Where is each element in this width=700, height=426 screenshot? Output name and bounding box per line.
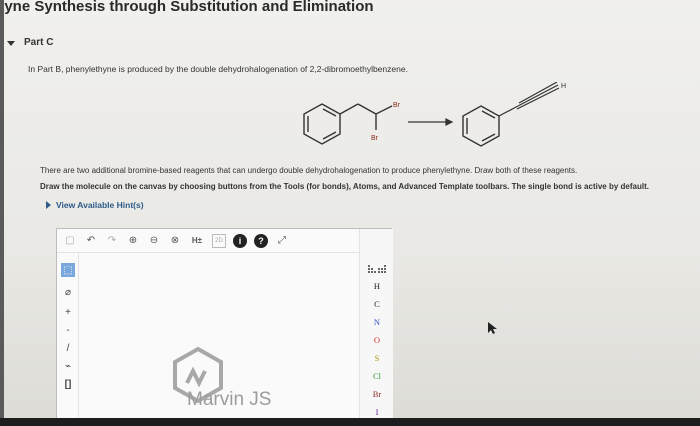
page-title: kyne Synthesis through Substitution and … <box>0 0 374 15</box>
instructions-text: Draw the molecule on the canvas by choos… <box>40 182 649 191</box>
expand-icon[interactable]: ⤢ <box>275 234 289 248</box>
page-background: kyne Synthesis through Substitution and … <box>0 0 700 426</box>
undo-icon[interactable]: ↶ <box>84 234 98 248</box>
bracket-tool-icon[interactable]: [] <box>61 377 75 391</box>
reactant-br-top: Br <box>393 102 401 109</box>
screen-edge-left <box>0 0 4 426</box>
product-h-label: H <box>561 83 566 90</box>
reactant-chain <box>339 103 393 130</box>
single-bond-icon[interactable]: / <box>61 341 75 355</box>
help-icon[interactable]: ? <box>254 233 268 248</box>
zoom-out-icon[interactable]: ⊖ <box>147 234 161 248</box>
template-2d-icon[interactable]: 2D <box>212 233 226 248</box>
marvin-editor[interactable]: ▢ ↶ ↷ ⊕ ⊖ ⊗ H± 2D i ? ⤢ ⬚ ⌀ + - / ⌁ [] M… <box>56 228 393 426</box>
zoom-fit-icon[interactable]: ⊗ <box>168 234 182 248</box>
view-hints-link[interactable]: View Available Hint(s) <box>46 200 144 210</box>
hydrogens-icon[interactable]: H± <box>189 234 205 248</box>
atom-n-button[interactable]: N <box>360 317 394 327</box>
atoms-toolbar: H C N O S Cl Br I <box>359 229 393 426</box>
charge-plus-icon[interactable]: + <box>61 305 75 319</box>
reactant-benzene-ring <box>303 103 341 145</box>
product-triple-bond <box>498 82 560 117</box>
periodic-table-icon[interactable] <box>368 265 386 275</box>
marvin-watermark-text: Marvin JS <box>187 389 272 410</box>
redo-icon[interactable]: ↷ <box>105 234 119 248</box>
product-benzene-ring <box>462 105 500 147</box>
question-text: There are two additional bromine-based r… <box>40 166 578 175</box>
atom-i-button[interactable]: I <box>360 407 394 417</box>
reactant-br-bottom: Br <box>371 135 379 142</box>
hints-chevron-icon <box>46 201 51 209</box>
atom-br-button[interactable]: Br <box>360 389 394 399</box>
atom-o-button[interactable]: O <box>360 335 394 345</box>
charge-minus-icon[interactable]: - <box>61 323 75 337</box>
atom-c-button[interactable]: C <box>360 299 394 309</box>
erase-tool-icon[interactable]: ⌀ <box>61 285 75 299</box>
chain-tool-icon[interactable]: ⌁ <box>61 359 75 373</box>
top-toolbar: ▢ ↶ ↷ ⊕ ⊖ ⊗ H± 2D i ? ⤢ <box>57 229 393 253</box>
atom-h-button[interactable]: H <box>360 281 394 291</box>
hints-link-label: View Available Hint(s) <box>56 200 144 210</box>
part-label[interactable]: Part C <box>24 37 53 48</box>
problem-intro: In Part B, phenylethyne is produced by t… <box>28 64 408 74</box>
new-doc-icon[interactable]: ▢ <box>63 234 77 248</box>
screen-edge-bottom <box>0 418 700 426</box>
zoom-in-icon[interactable]: ⊕ <box>126 234 140 248</box>
mouse-cursor-icon <box>488 322 497 334</box>
reaction-scheme: Br Br H <box>303 82 566 147</box>
collapse-chevron-icon[interactable] <box>6 38 16 48</box>
atom-cl-button[interactable]: Cl <box>360 371 394 381</box>
left-toolbar: ⬚ ⌀ + - / ⌁ [] <box>57 253 79 426</box>
reaction-arrow <box>408 118 454 126</box>
atom-s-button[interactable]: S <box>360 353 394 363</box>
select-tool-icon[interactable]: ⬚ <box>61 263 75 277</box>
info-icon[interactable]: i <box>233 233 247 248</box>
